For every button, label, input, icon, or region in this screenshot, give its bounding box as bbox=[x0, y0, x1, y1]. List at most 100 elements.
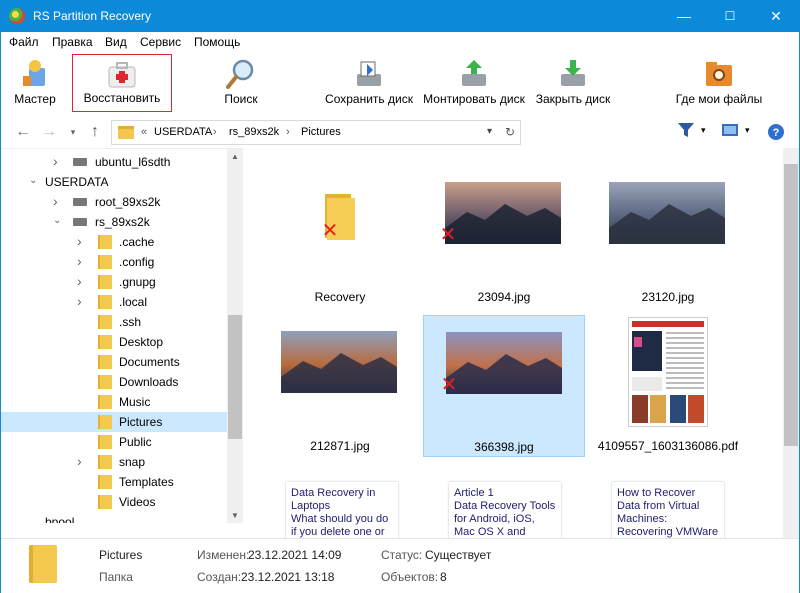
collapse-chevron-icon[interactable]: ⌄ bbox=[53, 215, 61, 226]
document-preview[interactable]: Data Recovery in Laptops What should you… bbox=[286, 482, 398, 538]
up-arrow-icon[interactable]: ↑ bbox=[85, 121, 105, 143]
file-tile[interactable]: ✕ 23094.jpg bbox=[423, 166, 585, 308]
collapse-chevron-icon[interactable]: ⌄ bbox=[29, 175, 37, 186]
tree-item[interactable]: › .local bbox=[1, 292, 227, 312]
tree-item-label: Public bbox=[119, 435, 152, 449]
crumb-rs89xs2k[interactable]: rs_89xs2k bbox=[229, 126, 279, 138]
search-button[interactable]: Поиск bbox=[213, 54, 269, 112]
tree-item[interactable]: › .config bbox=[1, 252, 227, 272]
file-name: 212871.jpg bbox=[310, 439, 370, 453]
tree-item[interactable]: › ubuntu_l6sdth bbox=[1, 152, 227, 172]
folder-icon bbox=[98, 415, 112, 429]
tree-item-label: rs_89xs2k bbox=[95, 215, 150, 229]
content-scrollbar[interactable] bbox=[783, 148, 799, 538]
menu-file[interactable]: Файл bbox=[9, 35, 39, 49]
tree-item[interactable]: › root_89xs2k bbox=[1, 192, 227, 212]
file-tile[interactable]: 23120.jpg bbox=[587, 166, 749, 308]
mount-disk-label: Монтировать диск bbox=[423, 92, 525, 106]
menu-edit[interactable]: Правка bbox=[52, 35, 93, 49]
where-files-button[interactable]: Где мои файлы bbox=[673, 54, 765, 112]
tree-item[interactable]: Pictures bbox=[1, 412, 227, 432]
folder-icon bbox=[98, 435, 112, 449]
tree-scrollbar[interactable]: ▲ ▼ bbox=[227, 149, 243, 523]
save-disk-icon bbox=[357, 61, 381, 86]
file-tile[interactable]: ✕ Recovery bbox=[259, 166, 421, 308]
restore-label: Восстановить bbox=[83, 91, 161, 105]
photo-thumbnail bbox=[281, 331, 397, 393]
tree-item[interactable]: bpool bbox=[1, 512, 227, 523]
view-mode-icon[interactable] bbox=[721, 122, 739, 138]
folder-icon bbox=[98, 375, 112, 389]
scroll-up-icon[interactable]: ▲ bbox=[227, 149, 243, 165]
file-name: Recovery bbox=[314, 290, 366, 304]
history-chevron-icon[interactable]: ▾ bbox=[63, 121, 83, 143]
drive-icon bbox=[73, 158, 87, 166]
tree-item[interactable]: › snap bbox=[1, 452, 227, 472]
deleted-mark-icon: ✕ bbox=[439, 224, 457, 246]
address-dropdown-icon[interactable]: ▾ bbox=[487, 126, 492, 137]
address-overflow[interactable]: « bbox=[141, 126, 147, 138]
expand-chevron-icon[interactable]: › bbox=[77, 273, 82, 289]
back-arrow-icon[interactable]: ← bbox=[13, 121, 33, 143]
created-key: Создан: bbox=[197, 570, 242, 584]
close-button[interactable]: ✕ bbox=[753, 1, 799, 32]
menu-service[interactable]: Сервис bbox=[140, 35, 181, 49]
crumb-userdata[interactable]: USERDATA bbox=[154, 126, 212, 138]
scroll-down-icon[interactable]: ▼ bbox=[227, 508, 243, 523]
filter-dropdown-icon[interactable]: ▾ bbox=[701, 125, 706, 136]
document-preview[interactable]: Article 1 Data Recovery Tools for Androi… bbox=[449, 482, 561, 538]
maximize-button[interactable]: ☐ bbox=[707, 1, 753, 32]
master-button[interactable]: Мастер bbox=[9, 54, 61, 112]
tree-item[interactable]: Public bbox=[1, 432, 227, 452]
folder-icon bbox=[98, 235, 112, 249]
tree-scroll-thumb[interactable] bbox=[228, 315, 242, 439]
content-scroll-thumb[interactable] bbox=[784, 164, 798, 446]
menu-view[interactable]: Вид bbox=[105, 35, 127, 49]
tree-item[interactable]: .ssh bbox=[1, 312, 227, 332]
tree-item[interactable]: Desktop bbox=[1, 332, 227, 352]
modified-key: Изменен: bbox=[197, 548, 250, 562]
expand-chevron-icon[interactable]: › bbox=[53, 153, 58, 169]
address-bar[interactable]: « USERDATA › rs_89xs2k › Pictures ▾ ↻ bbox=[111, 120, 521, 145]
tree-item[interactable]: Downloads bbox=[1, 372, 227, 392]
folder-icon bbox=[98, 295, 112, 309]
file-tile[interactable]: ✕ 366398.jpg bbox=[423, 315, 585, 457]
expand-chevron-icon[interactable]: › bbox=[77, 253, 82, 269]
filter-icon[interactable] bbox=[677, 122, 695, 138]
file-tile[interactable]: 4109557_1603136086.pdf bbox=[587, 315, 749, 457]
minimize-button[interactable]: — bbox=[661, 1, 707, 32]
close-disk-button[interactable]: Закрыть диск bbox=[533, 54, 613, 112]
crumb-pictures[interactable]: Pictures bbox=[301, 126, 341, 138]
tree-item[interactable]: Videos bbox=[1, 492, 227, 512]
tree-item[interactable]: Documents bbox=[1, 352, 227, 372]
created-value: 23.12.2021 13:18 bbox=[241, 570, 335, 584]
tree-item[interactable]: › .gnupg bbox=[1, 272, 227, 292]
tree-item-label: Templates bbox=[119, 475, 174, 489]
expand-chevron-icon[interactable]: › bbox=[77, 453, 82, 469]
mount-disk-button[interactable]: Монтировать диск bbox=[421, 54, 527, 112]
view-dropdown-icon[interactable]: ▾ bbox=[745, 125, 750, 136]
status-type: Папка bbox=[99, 570, 133, 584]
restore-button[interactable]: Восстановить bbox=[72, 54, 172, 112]
expand-chevron-icon[interactable]: › bbox=[77, 293, 82, 309]
refresh-icon[interactable]: ↻ bbox=[505, 125, 515, 139]
tree-item[interactable]: › .cache bbox=[1, 232, 227, 252]
tree-item-label: USERDATA bbox=[45, 175, 109, 189]
expand-chevron-icon[interactable]: › bbox=[53, 193, 58, 209]
tree-item[interactable]: ⌄ rs_89xs2k bbox=[1, 212, 227, 232]
crumb-separator-icon: › bbox=[213, 126, 217, 138]
tree-item-label: .cache bbox=[119, 235, 155, 249]
tree-item[interactable]: ⌄ USERDATA bbox=[1, 172, 227, 192]
file-tile[interactable]: 212871.jpg bbox=[259, 315, 421, 457]
tree-item-label: Documents bbox=[119, 355, 180, 369]
save-disk-button[interactable]: Сохранить диск bbox=[323, 54, 415, 112]
forward-arrow-icon[interactable]: → bbox=[39, 121, 59, 143]
folder-icon bbox=[29, 545, 57, 583]
tree-item[interactable]: Templates bbox=[1, 472, 227, 492]
document-preview[interactable]: How to Recover Data from Virtual Machine… bbox=[612, 482, 724, 538]
tree-item[interactable]: Music bbox=[1, 392, 227, 412]
menu-help[interactable]: Помощь bbox=[194, 35, 240, 49]
expand-chevron-icon[interactable]: › bbox=[77, 233, 82, 249]
help-icon[interactable]: ? bbox=[767, 123, 785, 141]
menu-bar: Файл Правка Вид Сервис Помощь bbox=[1, 32, 799, 52]
